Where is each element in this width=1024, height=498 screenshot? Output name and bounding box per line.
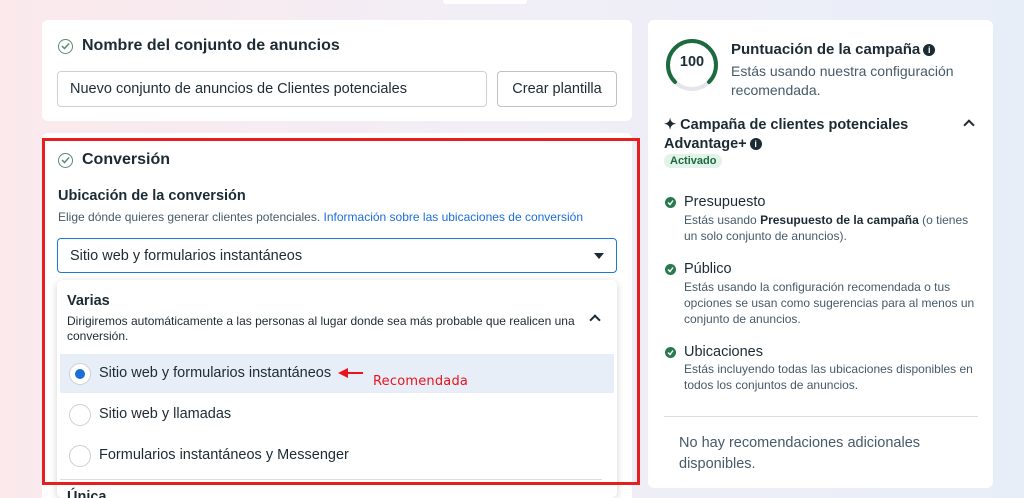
option-label: Sitio web y formularios instantáneos [99,365,332,381]
desc-text: Estás usando [684,213,761,227]
radio-icon[interactable] [69,445,91,467]
chevron-up-icon[interactable] [589,314,601,326]
item-desc-placements: Estás incluyendo todas las ubicaciones d… [684,362,973,392]
helper-text: Elige dónde quieres generar clientes pot… [58,210,324,224]
advantage-title-text: ✦ Campaña de clientes potenciales Advant… [664,117,909,152]
dropdown-divider [60,479,602,480]
no-recommendations-text: No hay recomendaciones adicionales dispo… [679,435,921,472]
check-icon [665,197,676,208]
conversion-locations-link[interactable]: Información sobre las ubicaciones de con… [324,210,583,224]
item-title-audience: Público [684,261,732,277]
radio-icon[interactable] [69,404,91,426]
advantage-campaign-title: ✦ Campaña de clientes potenciales Advant… [664,116,924,154]
score-description: Estás usando nuestra configuración recom… [731,63,954,98]
top-tab-indicator [443,0,527,4]
option-website-instant-forms[interactable]: Sitio web y formularios instantáneos [60,354,614,393]
conversion-helper-text: Elige dónde quieres generar clientes pot… [58,210,583,224]
ad-set-name-input[interactable]: Nuevo conjunto de anuncios de Clientes p… [57,71,487,107]
recommended-annotation: Recomendada [373,374,469,389]
conversion-location-dropdown: Varias Dirigiremos automáticamente a las… [57,280,617,498]
status-badge: Activado [664,154,723,168]
score-title-text: Puntuación de la campaña [731,41,921,58]
check-icon [665,347,676,358]
check-circle-icon [58,39,73,54]
create-template-button[interactable]: Crear plantilla [497,71,617,107]
group-title-varias: Varias [67,293,110,309]
desc-bold-text: Presupuesto de la campaña [760,213,919,227]
conversion-location-select[interactable]: Sitio web y formularios instantáneos [57,238,617,273]
conversion-heading: Conversión [82,151,171,168]
red-arrow-annotation [338,368,363,378]
conversion-location-label: Ubicación de la conversión [58,188,246,204]
group-description: Dirigiremos automáticamente a las person… [67,314,575,343]
select-value: Sitio web y formularios instantáneos [70,248,303,264]
item-title-budget: Presupuesto [684,194,766,210]
option-label: Formularios instantáneos y Messenger [99,447,349,463]
ad-set-name-card: Nombre del conjunto de anuncios Nuevo co… [42,20,632,121]
info-icon[interactable]: i [749,138,762,150]
item-desc-audience: Estás usando la configuración recomendad… [684,280,975,326]
item-title-placements: Ubicaciones [684,344,763,360]
sidebar-divider [664,416,978,417]
item-desc-budget: Estás usando Presupuesto de la campaña (… [684,212,979,244]
check-circle-icon [58,153,73,168]
option-label: Sitio web y llamadas [99,406,232,422]
check-icon [665,264,676,275]
caret-down-icon [594,253,604,259]
option-instant-forms-messenger[interactable]: Formularios instantáneos y Messenger [60,436,614,475]
score-title: Puntuación de la campaña i [731,41,936,58]
ad-set-name-heading: Nombre del conjunto de anuncios [82,37,340,54]
info-icon[interactable]: i [923,44,936,56]
radio-selected-icon[interactable] [69,363,91,385]
option-website-calls[interactable]: Sitio web y llamadas [60,395,614,434]
score-value: 100 [679,54,705,70]
group-title-unica: Única [67,489,107,498]
